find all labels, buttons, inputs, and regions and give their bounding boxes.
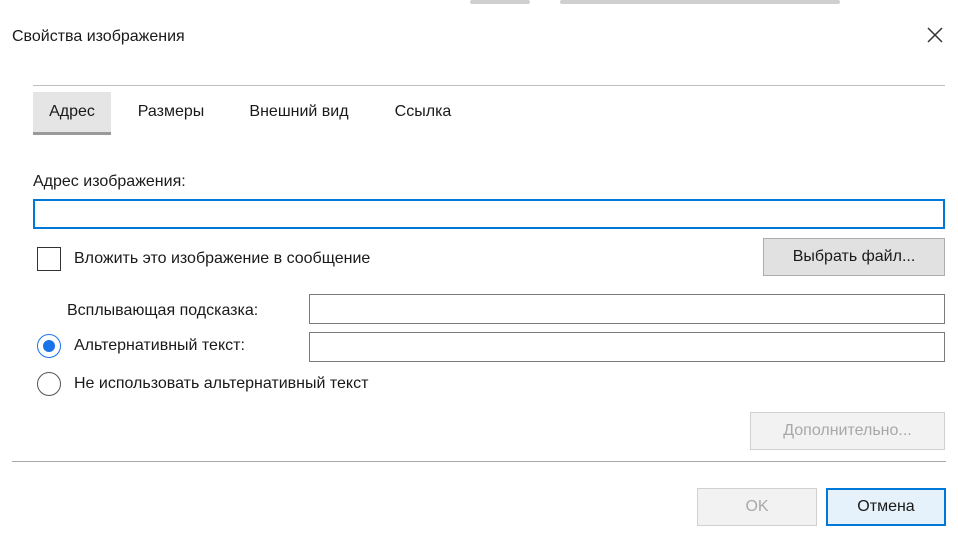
tab-strip-top-border <box>33 85 945 86</box>
tooltip-label: Всплывающая подсказка: <box>67 302 259 319</box>
advanced-button-label: Дополнительно... <box>783 422 912 439</box>
tab-link[interactable]: Ссылка <box>377 92 469 132</box>
alt-text-radio[interactable] <box>37 334 61 358</box>
tab-strip: Адрес Размеры Внешний вид Ссылка <box>33 85 945 135</box>
image-address-label: Адрес изображения: <box>33 173 186 190</box>
ok-button-label: OK <box>745 498 769 515</box>
tab-sizes-label: Размеры <box>137 103 205 120</box>
embed-image-label: Вложить это изображение в сообщение <box>74 250 371 267</box>
tab-link-label: Ссылка <box>394 103 452 120</box>
choose-file-button[interactable]: Выбрать файл... <box>763 238 945 276</box>
image-properties-dialog: Свойства изображения Адрес Размеры Внешн… <box>0 12 958 540</box>
tab-appearance[interactable]: Внешний вид <box>233 92 365 132</box>
background-fragment <box>560 0 840 4</box>
footer-divider <box>12 461 946 462</box>
no-alt-text-label: Не использовать альтернативный текст <box>74 375 369 392</box>
tab-address-label: Адрес <box>49 103 95 120</box>
tab-sizes[interactable]: Размеры <box>119 92 223 132</box>
advanced-button[interactable]: Дополнительно... <box>750 412 945 450</box>
background-fragment <box>470 0 530 4</box>
radio-checked-icon <box>43 340 55 352</box>
close-icon <box>927 27 943 43</box>
embed-image-checkbox[interactable] <box>37 247 61 271</box>
close-button[interactable] <box>920 20 950 50</box>
no-alt-text-radio[interactable] <box>37 372 61 396</box>
tooltip-input[interactable] <box>309 294 945 324</box>
choose-file-button-label: Выбрать файл... <box>792 248 916 265</box>
tab-address[interactable]: Адрес <box>33 92 111 132</box>
alt-text-input[interactable] <box>309 332 945 362</box>
alt-text-label: Альтернативный текст: <box>74 337 245 354</box>
dialog-title: Свойства изображения <box>12 28 185 45</box>
cancel-button-label: Отмена <box>857 498 915 515</box>
dialog-titlebar: Свойства изображения <box>0 12 958 64</box>
ok-button[interactable]: OK <box>697 488 817 526</box>
image-address-input[interactable] <box>33 199 945 229</box>
active-tab-underline <box>33 132 111 135</box>
tab-appearance-label: Внешний вид <box>249 103 349 120</box>
cancel-button[interactable]: Отмена <box>826 488 946 526</box>
